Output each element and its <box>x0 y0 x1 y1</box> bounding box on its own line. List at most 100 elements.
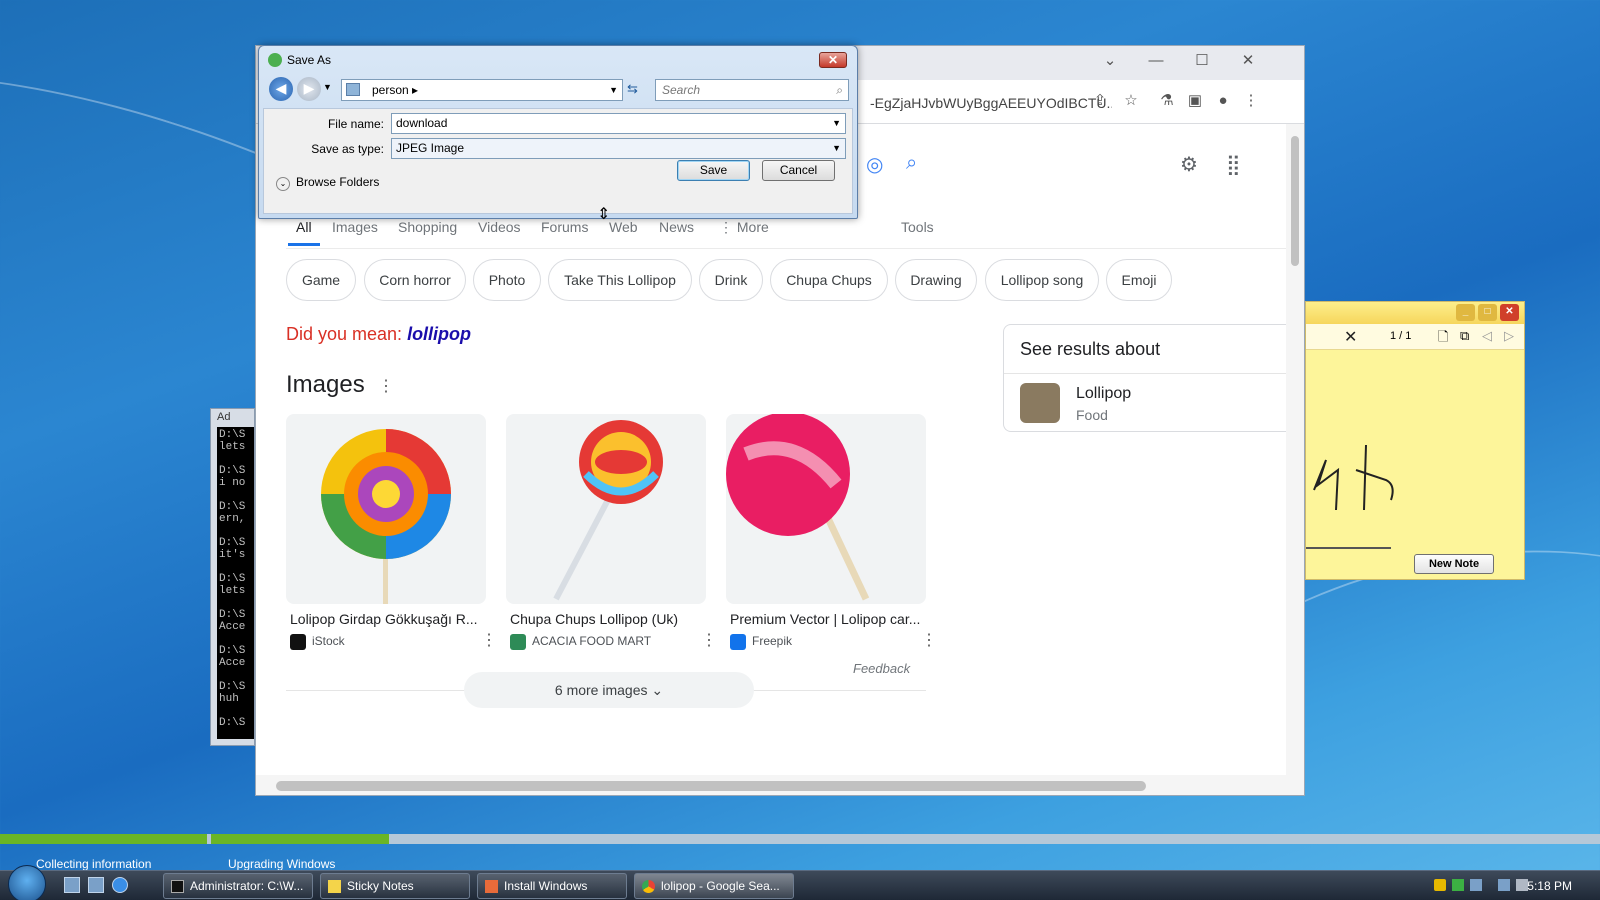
volume-muted-icon[interactable] <box>1516 879 1528 891</box>
save-as-dialog[interactable]: Save As ✕ ◀ ▶ ▼ person ▸ ▼ ⇆ Search ⌕ Fil… <box>258 45 858 219</box>
sticky-minimize-button[interactable]: _ <box>1456 304 1475 321</box>
breadcrumb[interactable]: person ▸ ▼ <box>341 79 623 101</box>
refresh-icon[interactable]: ⇆ <box>627 81 638 97</box>
sticky-titlebar[interactable]: _ □ ✕ <box>1306 302 1524 324</box>
kp-entity-name[interactable]: Lollipop <box>1076 385 1131 403</box>
chip-take-this-lollipop[interactable]: Take This Lollipop <box>548 259 692 301</box>
tab-all[interactable]: All <box>288 219 319 246</box>
forward-button[interactable]: ▶ <box>297 77 321 101</box>
image-result-3[interactable] <box>726 414 926 604</box>
minimize-button[interactable]: — <box>1142 50 1170 72</box>
close-button[interactable]: ✕ <box>1234 50 1262 72</box>
dialog-search-input[interactable]: Search ⌕ <box>655 79 849 101</box>
sticky-close-button[interactable]: ✕ <box>1500 304 1519 321</box>
internet-explorer-icon[interactable] <box>112 877 128 893</box>
tab-images[interactable]: Images <box>332 219 378 235</box>
file-name-dropdown-icon[interactable]: ▼ <box>832 114 841 133</box>
chip-drawing[interactable]: Drawing <box>895 259 977 301</box>
network-tray-icon[interactable] <box>1470 879 1482 891</box>
image-caption-2[interactable]: Chupa Chups Lollipop (Uk) <box>510 611 705 627</box>
flag-tray-icon[interactable] <box>1452 879 1464 891</box>
search-icon[interactable]: ⌕ <box>906 152 917 175</box>
taskbar-item-sticky[interactable]: Sticky Notes <box>320 873 470 899</box>
image-result-1[interactable] <box>286 414 486 604</box>
tools-button[interactable]: Tools <box>901 219 934 235</box>
maximize-button[interactable]: ☐ <box>1188 50 1216 72</box>
image-menu-icon-3[interactable]: ⋮ <box>921 630 937 650</box>
sticky-maximize-button[interactable]: □ <box>1478 304 1497 321</box>
tab-videos[interactable]: Videos <box>478 219 521 235</box>
clock[interactable]: 5:18 PM <box>1527 879 1572 893</box>
did-you-mean-link[interactable]: lollipop <box>407 324 471 344</box>
tab-forums[interactable]: Forums <box>541 219 588 235</box>
profile-icon[interactable]: ● <box>1212 90 1234 112</box>
horizontal-scroll-thumb[interactable] <box>276 781 1146 791</box>
chip-photo[interactable]: Photo <box>473 259 541 301</box>
taskbar-item-cmd-label: Administrator: C:\W... <box>190 879 304 893</box>
share-icon[interactable]: ⇪ <box>1089 90 1111 112</box>
display-tray-icon[interactable] <box>1498 879 1510 891</box>
images-menu-icon[interactable]: ⋮ <box>378 376 394 396</box>
recent-dropdown-icon[interactable]: ▼ <box>323 82 332 92</box>
tab-more[interactable]: ⋮ More <box>719 219 769 236</box>
next-page-icon[interactable]: ▷ <box>1504 328 1514 344</box>
tab-dropdown-icon[interactable]: ⌄ <box>1096 50 1124 72</box>
new-page-icon[interactable]: 🗋 <box>1438 328 1448 350</box>
kp-thumbnail[interactable] <box>1020 383 1060 423</box>
feedback-link[interactable]: Feedback <box>853 661 910 676</box>
menu-icon[interactable]: ⋮ <box>1240 90 1262 112</box>
switch-windows-icon[interactable] <box>88 877 104 893</box>
image-source-2[interactable]: ACACIA FOOD MART <box>510 634 651 650</box>
save-button[interactable]: Save <box>677 160 750 181</box>
security-tray-icon[interactable] <box>1434 879 1446 891</box>
progress-segment-1 <box>0 834 207 844</box>
image-source-3[interactable]: Freepik <box>730 634 792 650</box>
back-button[interactable]: ◀ <box>269 77 293 101</box>
lens-icon[interactable]: ◎ <box>866 152 883 177</box>
show-desktop-icon[interactable] <box>64 877 80 893</box>
settings-gear-icon[interactable]: ⚙ <box>1180 152 1198 177</box>
save-type-select[interactable]: JPEG Image ▼ <box>391 138 846 159</box>
save-type-dropdown-icon[interactable]: ▼ <box>832 139 841 158</box>
image-source-2-label: ACACIA FOOD MART <box>532 634 652 649</box>
sticky-notes-window[interactable]: _ □ ✕ ✕ 1 / 1 🗋 ⧉ ◁ ▷ New Note <box>1305 301 1525 580</box>
cmd-window[interactable]: Ad D:\S lets D:\S i no D:\S ern, D:\S it… <box>210 408 255 746</box>
copy-icon[interactable]: ⧉ <box>1460 328 1469 344</box>
browse-folders-toggle[interactable]: ⌄ Browse Folders <box>276 175 379 191</box>
start-button[interactable] <box>8 865 46 900</box>
chip-emoji[interactable]: Emoji <box>1106 259 1172 301</box>
tab-web[interactable]: Web <box>609 219 638 235</box>
image-result-2[interactable] <box>506 414 706 604</box>
side-panel-icon[interactable]: ▣ <box>1184 90 1206 112</box>
delete-note-icon[interactable]: ✕ <box>1344 327 1357 347</box>
path-dropdown-icon[interactable]: ▼ <box>609 80 618 100</box>
apps-grid-icon[interactable]: ⣿ <box>1226 152 1241 177</box>
taskbar-item-install[interactable]: Install Windows <box>477 873 627 899</box>
chip-game[interactable]: Game <box>286 259 356 301</box>
cancel-button[interactable]: Cancel <box>762 160 835 181</box>
image-caption-1[interactable]: Lolipop Girdap Gökkuşağı R... <box>290 611 485 627</box>
horizontal-scrollbar[interactable] <box>256 775 1304 795</box>
more-images-button[interactable]: 6 more images ⌄ <box>464 672 754 708</box>
taskbar-item-cmd[interactable]: Administrator: C:\W... <box>163 873 313 899</box>
vertical-scroll-thumb[interactable] <box>1291 136 1299 266</box>
bookmark-star-icon[interactable]: ☆ <box>1120 90 1142 112</box>
url-text[interactable]: -EgZjaHJvbWUyBggAEEUYOdIBCTU... <box>870 90 1112 116</box>
prev-page-icon[interactable]: ◁ <box>1482 328 1492 344</box>
dialog-close-button[interactable]: ✕ <box>819 52 847 68</box>
chip-drink[interactable]: Drink <box>699 259 763 301</box>
tab-shopping[interactable]: Shopping <box>398 219 457 235</box>
extension-icon[interactable]: ⚗ <box>1156 90 1178 112</box>
tab-news[interactable]: News <box>659 219 694 235</box>
chip-chupa-chups[interactable]: Chupa Chups <box>770 259 888 301</box>
image-caption-3[interactable]: Premium Vector | Lolipop car... <box>730 611 925 627</box>
new-note-button[interactable]: New Note <box>1414 554 1494 574</box>
vertical-scrollbar[interactable] <box>1286 124 1304 776</box>
taskbar-item-chrome[interactable]: lolipop - Google Sea... <box>634 873 794 899</box>
image-source-1[interactable]: iStock <box>290 634 345 650</box>
chip-lollipop-song[interactable]: Lollipop song <box>985 259 1099 301</box>
chip-corn-horror[interactable]: Corn horror <box>364 259 466 301</box>
image-menu-icon-2[interactable]: ⋮ <box>701 630 717 650</box>
image-menu-icon-1[interactable]: ⋮ <box>481 630 497 650</box>
file-name-field[interactable]: download ▼ <box>391 113 846 134</box>
